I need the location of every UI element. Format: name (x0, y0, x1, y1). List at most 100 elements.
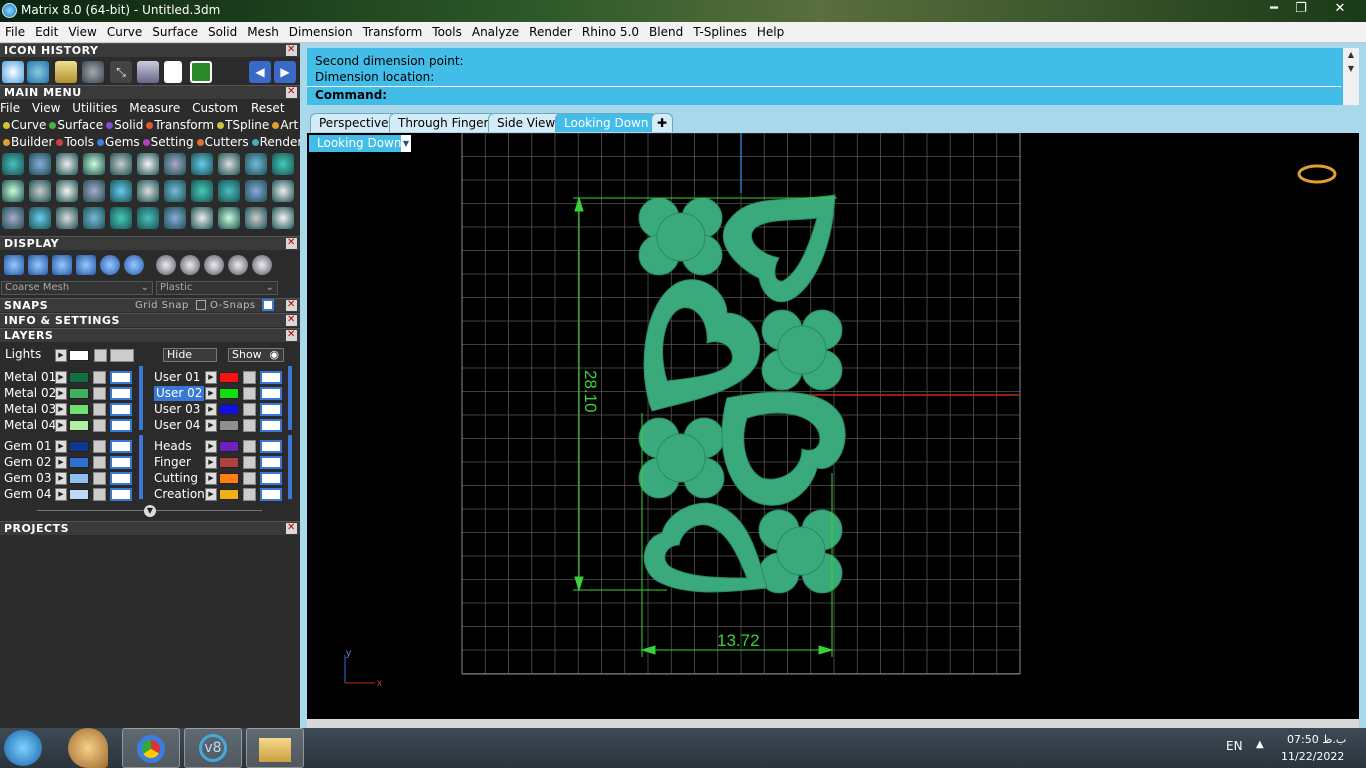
category-cutters[interactable]: Cutters (205, 135, 249, 149)
history-tool-icon[interactable] (2, 61, 24, 83)
history-tool-icon[interactable] (82, 61, 104, 83)
layer-name[interactable]: Metal 03 (4, 402, 56, 417)
layer-color-swatch[interactable] (69, 372, 89, 383)
tool-icon[interactable] (2, 180, 24, 202)
layer-name[interactable]: Cutting (154, 471, 198, 486)
tool-icon[interactable] (83, 180, 105, 202)
visibility-toggle[interactable] (260, 371, 282, 384)
lock-icon[interactable] (93, 419, 106, 432)
layer-name[interactable]: Gem 03 (4, 471, 51, 486)
category-tools[interactable]: Tools (64, 135, 94, 149)
display-mode-icon[interactable] (124, 255, 144, 275)
menu-mesh[interactable]: Mesh (242, 22, 284, 42)
visibility-toggle[interactable] (110, 472, 132, 485)
tool-icon[interactable] (137, 153, 159, 175)
visibility-toggle[interactable] (110, 488, 132, 501)
tool-icon[interactable] (29, 153, 51, 175)
layer-color-swatch[interactable] (69, 441, 89, 452)
visibility-toggle[interactable] (110, 403, 132, 416)
tab-looking-down[interactable]: Looking Down (555, 113, 658, 132)
layer-color-swatch[interactable] (219, 420, 239, 431)
layer-color-swatch[interactable] (69, 457, 89, 468)
menu-view[interactable]: View (63, 22, 101, 42)
paint-app-icon[interactable] (68, 728, 108, 768)
play-icon[interactable]: ▶ (55, 472, 67, 485)
display-mode-icon[interactable] (156, 255, 176, 275)
minimize-button[interactable]: ━ (1262, 0, 1286, 18)
expand-icon[interactable]: ▼ (144, 505, 156, 517)
lock-icon[interactable] (243, 371, 256, 384)
tool-icon[interactable] (164, 180, 186, 202)
layer-name[interactable]: User 02 (154, 386, 205, 401)
tool-icon[interactable] (56, 153, 78, 175)
layer-name[interactable]: Finger (154, 455, 191, 470)
lock-icon[interactable] (93, 371, 106, 384)
category-builder[interactable]: Builder (11, 135, 53, 149)
menu-rhino[interactable]: Rhino 5.0 (577, 22, 644, 42)
tool-icon[interactable] (164, 207, 186, 229)
menu-file[interactable]: File (0, 22, 30, 42)
close-icon[interactable]: ✕ (286, 87, 297, 98)
menu-help[interactable]: Help (752, 22, 789, 42)
category-curve[interactable]: Curve (11, 118, 46, 132)
visibility-toggle[interactable] (110, 440, 132, 453)
tool-icon[interactable] (218, 207, 240, 229)
menu-dimension[interactable]: Dimension (284, 22, 358, 42)
play-icon[interactable]: ▶ (55, 371, 67, 384)
lock-icon[interactable] (93, 456, 106, 469)
layer-name[interactable]: Metal 01 (4, 370, 56, 385)
tool-icon[interactable] (56, 207, 78, 229)
play-icon[interactable]: ▶ (55, 456, 67, 469)
menu-render[interactable]: Render (524, 22, 577, 42)
layer-name[interactable]: Heads (154, 439, 192, 454)
layer-color-swatch[interactable] (69, 404, 89, 415)
lock-icon[interactable] (93, 403, 106, 416)
visibility-toggle[interactable] (110, 371, 132, 384)
mesh-select[interactable]: Coarse Mesh ⌄ (1, 281, 153, 295)
close-button[interactable]: ✕ (1326, 0, 1354, 18)
visibility-toggle[interactable] (110, 387, 132, 400)
category-surface[interactable]: Surface (57, 118, 103, 132)
layer-color-swatch[interactable] (69, 489, 89, 500)
play-icon[interactable]: ▶ (205, 387, 217, 400)
display-mode-icon[interactable] (180, 255, 200, 275)
taskbar-matrix[interactable]: v8 (184, 728, 242, 768)
tool-icon[interactable] (191, 153, 213, 175)
snap-toggle-icon[interactable] (262, 299, 274, 311)
mm-custom[interactable]: Custom (192, 101, 238, 115)
tool-icon[interactable] (29, 207, 51, 229)
play-icon[interactable]: ▶ (55, 349, 67, 362)
display-mode-icon[interactable] (4, 255, 24, 275)
close-icon[interactable]: ✕ (286, 45, 297, 56)
layer-name[interactable]: User 01 (154, 370, 200, 385)
layer-name[interactable]: User 04 (154, 418, 200, 433)
close-icon[interactable]: ✕ (286, 300, 297, 311)
play-icon[interactable]: ▶ (55, 387, 67, 400)
add-tab-button[interactable]: ✚ (651, 113, 674, 132)
lock-icon[interactable] (93, 488, 106, 501)
show-button[interactable]: Show ◉ (228, 348, 284, 362)
visibility-toggle[interactable] (260, 387, 282, 400)
forward-arrow-icon[interactable]: ▶ (274, 61, 296, 83)
layer-color-swatch[interactable] (69, 420, 89, 431)
tool-icon[interactable] (29, 180, 51, 202)
osnaps-toggle[interactable]: O-Snaps (210, 299, 256, 312)
mm-reset[interactable]: Reset (251, 100, 285, 116)
play-icon[interactable]: ▶ (55, 488, 67, 501)
lock-icon[interactable] (93, 387, 106, 400)
layer-name[interactable]: Gem 02 (4, 455, 51, 470)
tool-icon[interactable] (245, 153, 267, 175)
menu-tsplines[interactable]: T-Splines (688, 22, 752, 42)
mm-measure[interactable]: Measure (129, 101, 180, 115)
lock-icon[interactable] (94, 349, 107, 362)
play-icon[interactable]: ▶ (55, 419, 67, 432)
mm-view[interactable]: View (32, 101, 60, 115)
visibility-toggle[interactable] (110, 456, 132, 469)
menu-edit[interactable]: Edit (30, 22, 63, 42)
close-icon[interactable]: ✕ (286, 330, 297, 341)
move-icon[interactable]: ⤡ (110, 61, 132, 83)
close-icon[interactable]: ✕ (286, 315, 297, 326)
menu-solid[interactable]: Solid (203, 22, 242, 42)
lock-icon[interactable] (243, 419, 256, 432)
visibility-toggle[interactable] (260, 403, 282, 416)
